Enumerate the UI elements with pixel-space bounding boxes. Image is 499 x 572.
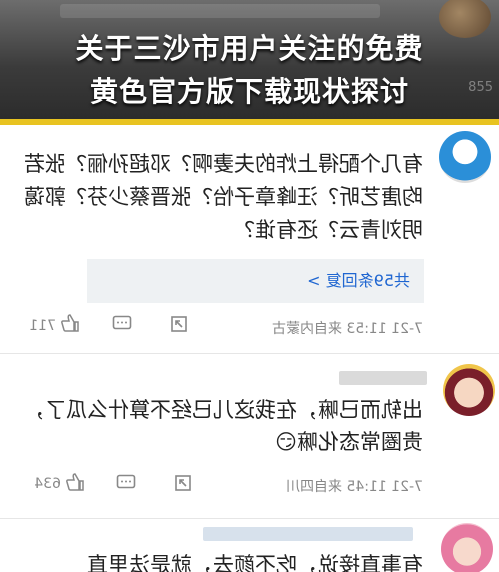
replies-label: 共59条回复 > bbox=[307, 271, 410, 290]
share-icon[interactable] bbox=[168, 313, 190, 335]
pink-girl-avatar[interactable] bbox=[441, 523, 493, 572]
comment-time-location: 7-21 11:45 来自四川 bbox=[285, 479, 423, 495]
comment-text-line: 有事直接说，吃不颜去，就是法里直 bbox=[87, 553, 423, 572]
like-count: 711 bbox=[29, 318, 56, 334]
screenshot: 有几个配得上炸的夫妻啊？邓超孙俪？张若 昀唐艺昕？汪峰章子怡？张晋蔡少芬？郭蔼 … bbox=[0, 0, 499, 572]
comment-icon[interactable] bbox=[111, 313, 133, 335]
thumbs-up-icon[interactable] bbox=[59, 312, 81, 334]
banner-title-line-1: 关于三沙市用户关注的免费 bbox=[75, 32, 424, 65]
comment-text-line: 昀唐艺昕？汪峰章子怡？张晋蔡少芬？郭蔼 bbox=[24, 185, 423, 209]
smirk-emoji: 😏 bbox=[275, 430, 297, 454]
banner-stripe bbox=[0, 119, 499, 125]
cartoon-girl-avatar[interactable] bbox=[443, 364, 495, 416]
banner-title-line-2: 黄色官方版下载现状探讨 bbox=[89, 75, 409, 108]
title-banner: 855 关于三沙市用户关注的免费 黄色官方版下载现状探讨 bbox=[0, 0, 499, 122]
comment-time-location: 7-21 11:53 来自内蒙古 bbox=[271, 321, 423, 337]
share-icon[interactable] bbox=[172, 472, 194, 494]
comment-text-line: 有几个配得上炸的夫妻啊？邓超孙俪？张若 bbox=[24, 152, 423, 176]
comment-card: 出轨而已嘛，在我这儿已经不算什么瓜了， 贵圈常态化嘛😏 7-21 11:45 来… bbox=[0, 354, 499, 518]
comment-text: 贵圈常态化嘛 bbox=[297, 430, 423, 454]
comment-text-line: 明刘青云？还有谁？ bbox=[234, 218, 423, 242]
comment-icon[interactable] bbox=[115, 472, 137, 494]
doraemon-avatar[interactable] bbox=[439, 131, 491, 183]
thumbs-up-icon[interactable] bbox=[64, 471, 86, 493]
username-redacted bbox=[339, 371, 427, 385]
like-count: 634 bbox=[34, 476, 61, 492]
comment-list: 有几个配得上炸的夫妻啊？邓超孙俪？张若 昀唐艺昕？汪峰章子怡？张晋蔡少芬？郭蔼 … bbox=[0, 125, 499, 572]
comment-card: 有事直接说，吃不颜去，就是法里直 bbox=[0, 519, 499, 572]
username-redacted bbox=[203, 527, 413, 541]
comment-card: 有几个配得上炸的夫妻啊？邓超孙俪？张若 昀唐艺昕？汪峰章子怡？张晋蔡少芬？郭蔼 … bbox=[0, 125, 499, 353]
faded-header-text bbox=[60, 4, 380, 18]
view-replies-button[interactable]: 共59条回复 > bbox=[87, 259, 424, 303]
comment-text-line: 贵圈常态化嘛😏 bbox=[275, 426, 423, 459]
comment-text-line: 出轨而已嘛，在我这儿已经不算什么瓜了， bbox=[24, 398, 423, 422]
